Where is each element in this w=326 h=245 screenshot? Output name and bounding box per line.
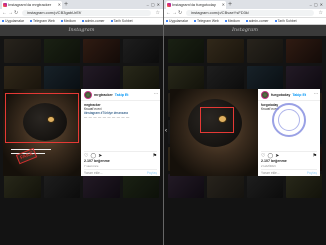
browser-window-left: Instagram'da mrgtracker ✕ + –▢✕ ← → ↻ in… [0,0,163,245]
post-time: 7 saat önce [84,164,99,168]
highlight-box [200,107,234,133]
instagram-favicon-icon [167,3,171,7]
instagram-logo[interactable]: Instagram [68,25,94,36]
tab-bar: Instagram'da fuegotoday ✕ + –▢✕ [164,0,326,9]
url-field[interactable]: instagram.com/p/CBvaeYsFD3k/ [186,10,314,16]
url-field[interactable]: instagram.com/p/CB3gabUrEf/ [22,10,151,16]
bookmarks-bar: Uygulamalar Telegram Web Medium admin-co… [0,18,163,25]
caption-dashes: — — — — — — — — — — [84,115,130,119]
more-icon[interactable]: ⋯ [154,91,158,96]
forward-icon[interactable]: → [172,9,177,17]
post-photo: FAKE [3,89,81,176]
bookmark-icon[interactable]: ⚑ [313,153,317,159]
reload-icon[interactable]: ↻ [178,9,182,17]
follow-button[interactable]: Takip Et [115,93,129,97]
ig-header: Instagram [164,25,326,36]
like-count[interactable]: 2.107 beğenme [261,159,287,163]
star-icon[interactable]: ☆ [156,9,160,17]
post-time: 2 HAZİRAN [261,164,276,168]
add-comment-input[interactable]: Yorum ekle... Paylaş [84,169,157,175]
bookmark-item[interactable]: Uygulamalar [166,18,188,24]
watermark-seal [272,103,306,137]
avatar[interactable] [261,90,269,99]
browser-window-right: Instagram'da fuegotoday ✕ + –▢✕ ← → ↻ in… [163,0,326,245]
tab-bar: Instagram'da mrgtracker ✕ + –▢✕ [0,0,163,9]
post-username[interactable]: mrgtracker [94,93,113,97]
bookmarks-bar: Uygulamalar Telegram Web Medium admin-co… [164,18,326,25]
bookmark-item[interactable]: Medium [225,18,240,24]
reload-icon[interactable]: ↻ [14,9,18,17]
prev-post-icon[interactable]: ‹ [165,128,167,134]
instagram-logo[interactable]: Instagram [232,25,258,36]
follow-button[interactable]: Takip Et [292,93,306,97]
post-comment-button[interactable]: Paylaş [147,171,157,175]
add-comment-placeholder: Yorum ekle... [261,171,280,175]
post-sidebar: mrgtracker Takip Et ⋯ mrgtracker Kruvat'… [81,89,160,176]
like-count[interactable]: 2.107 beğenme [84,159,110,163]
close-tab-icon[interactable]: ✕ [58,1,61,9]
bookmark-item[interactable]: Tarih Sohbet [275,18,297,24]
forward-icon[interactable]: → [8,9,13,17]
bookmark-item[interactable]: Telegram Web [194,18,219,24]
window-controls[interactable]: –▢✕ [310,0,325,9]
bookmark-item[interactable]: Uygulamalar [2,18,24,24]
ig-header: Instagram [0,25,163,36]
post-modal: FAKE mrgtracker Takip Et ⋯ mrgtracker Kr… [3,89,160,176]
action-bar: ♡ ◯ ➤ ⚑ [84,151,157,159]
browser-tab[interactable]: Instagram'da fuegotoday ✕ [166,1,226,9]
back-icon[interactable]: ← [166,9,171,17]
bookmark-item[interactable]: Medium [61,18,76,24]
tab-title: Instagram'da fuegotoday [172,2,216,7]
post-photo [170,89,258,176]
highlight-box [5,93,79,143]
tab-title: Instagram'da mrgtracker [8,2,52,7]
bookmark-item[interactable]: Tarih Sohbet [111,18,133,24]
post-username[interactable]: fuegotoday [271,93,290,97]
caption-comment: mrgtracker Kruvat'ın evi [81,101,160,111]
instagram-favicon-icon [3,3,7,7]
post-modal: fuegotoday Takip Et ⋯ fuegotoday Kruvat'… [170,89,320,176]
window-controls[interactable]: –▢✕ [147,0,162,9]
back-icon[interactable]: ← [2,9,7,17]
add-comment-placeholder: Yorum ekle... [84,171,103,175]
address-bar: ← → ↻ instagram.com/p/CB3gabUrEf/ ☆ [0,9,163,18]
close-tab-icon[interactable]: ✕ [222,1,225,9]
avatar[interactable] [84,90,92,99]
star-icon[interactable]: ☆ [319,9,323,17]
browser-tab[interactable]: Instagram'da mrgtracker ✕ [2,1,62,9]
action-bar: ♡ ◯ ➤ ⚑ [261,151,317,159]
bookmark-icon[interactable]: ⚑ [153,153,157,159]
new-tab-icon[interactable]: + [228,0,232,9]
post-header: mrgtracker Takip Et [81,89,160,101]
post-comment-button[interactable]: Paylaş [307,171,317,175]
next-post-icon[interactable]: › [154,128,156,134]
more-icon[interactable]: ⋯ [314,91,318,96]
address-bar: ← → ↻ instagram.com/p/CBvaeYsFD3k/ ☆ [164,9,326,18]
bookmark-item[interactable]: Telegram Web [30,18,55,24]
fake-stamp: FAKE [15,147,38,165]
bookmark-item[interactable]: admin-comer [82,18,105,24]
bookmark-item[interactable]: admin-comer [246,18,269,24]
post-sidebar: fuegotoday Takip Et ⋯ fuegotoday Kruvat'… [258,89,320,176]
add-comment-input[interactable]: Yorum ekle... Paylaş [261,169,317,175]
post-header: fuegotoday Takip Et [258,89,320,101]
new-tab-icon[interactable]: + [64,0,68,9]
